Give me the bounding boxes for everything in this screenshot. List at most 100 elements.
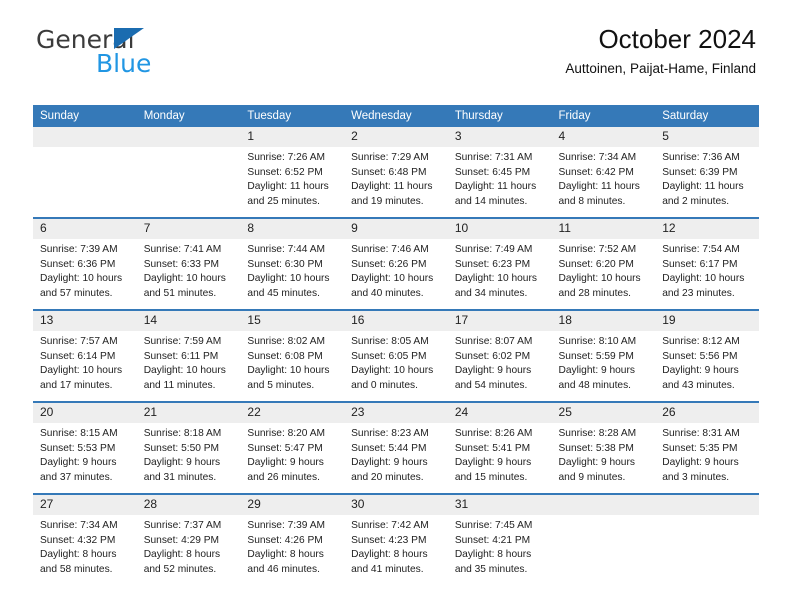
calendar-day-cell[interactable]: 27 Sunrise: 7:34 AM Sunset: 4:32 PM Dayligh…: [33, 493, 137, 585]
day-sun-info: Sunrise: 7:45 AM Sunset: 4:21 PM Daylight:…: [448, 515, 552, 577]
day-sun-info: Sunrise: 8:23 AM Sunset: 5:44 PM Daylight:…: [344, 423, 448, 485]
calendar-day-cell[interactable]: 17 Sunrise: 8:07 AM Sunset: 6:02 PM Dayligh…: [447, 309, 552, 402]
day-sun-info: Sunrise: 7:57 AM Sunset: 6:14 PM Daylight:…: [33, 331, 137, 393]
day-daylight2-text: and 23 minutes.: [662, 287, 735, 299]
day-number: 1: [240, 127, 345, 147]
day-sun-info: Sunrise: 8:05 AM Sunset: 6:05 PM Daylight:…: [344, 331, 448, 393]
calendar-day-cell[interactable]: 18 Sunrise: 8:10 AM Sunset: 5:59 PM Dayligh…: [551, 309, 656, 402]
brand-name-blue: Blue: [96, 49, 152, 78]
weekday-header-row: Sunday Monday Tuesday Wednesday Thursday…: [33, 105, 759, 127]
day-sunset-text: Sunset: 6:52 PM: [247, 166, 323, 178]
calendar-page: General Blue October 2024 Auttoinen, Pai…: [0, 0, 792, 612]
weekday-header-sunday: Sunday: [33, 105, 137, 127]
day-daylight2-text: and 45 minutes.: [247, 287, 320, 299]
brand-logo[interactable]: General Blue: [36, 25, 216, 78]
day-sun-info: Sunrise: 8:15 AM Sunset: 5:53 PM Daylight:…: [33, 423, 137, 485]
day-sunrise-text: Sunrise: 8:28 AM: [558, 428, 637, 439]
day-daylight1-text: Daylight: 10 hours: [40, 365, 123, 377]
day-number: 9: [344, 219, 448, 239]
calendar-day-cell[interactable]: 3 Sunrise: 7:31 AM Sunset: 6:45 PM Daylight…: [447, 127, 552, 218]
day-sunset-text: Sunset: 4:21 PM: [454, 534, 531, 546]
day-sun-info: Sunrise: 8:20 AM Sunset: 5:47 PM Daylight:…: [240, 423, 344, 485]
calendar-day-cell[interactable]: 6 Sunrise: 7:39 AM Sunset: 6:36 PM Daylight…: [33, 217, 137, 310]
day-sunrise-text: Sunrise: 7:39 AM: [40, 244, 118, 255]
day-daylight2-text: and 34 minutes.: [454, 287, 528, 299]
day-number: [33, 127, 137, 147]
day-daylight1-text: Daylight: 9 hours: [247, 457, 324, 469]
calendar-day-cell[interactable]: 9 Sunrise: 7:46 AM Sunset: 6:26 PM Daylight…: [344, 217, 448, 310]
calendar-day-cell[interactable]: 10 Sunrise: 7:49 AM Sunset: 6:23 PM Dayligh…: [447, 217, 552, 310]
calendar-day-cell[interactable]: 12 Sunrise: 7:54 AM Sunset: 6:17 PM Dayligh…: [655, 217, 759, 310]
day-sunrise-text: Sunrise: 7:42 AM: [351, 520, 429, 531]
day-sun-info: Sunrise: 7:26 AM Sunset: 6:52 PM Daylight:…: [240, 147, 344, 209]
calendar-day-cell[interactable]: 1 Sunrise: 7:26 AM Sunset: 6:52 PM Daylight…: [240, 127, 345, 218]
day-daylight1-text: Daylight: 10 hours: [351, 365, 434, 377]
weekday-header-friday: Friday: [551, 105, 656, 127]
day-sunset-text: Sunset: 5:56 PM: [662, 350, 738, 362]
calendar-day-cell[interactable]: 31 Sunrise: 7:45 AM Sunset: 4:21 PM Dayligh…: [447, 493, 552, 585]
day-daylight1-text: Daylight: 9 hours: [40, 457, 117, 469]
day-sunset-text: Sunset: 6:36 PM: [40, 258, 116, 270]
day-daylight1-text: Daylight: 8 hours: [40, 549, 117, 561]
day-sun-info: Sunrise: 7:39 AM Sunset: 4:26 PM Daylight:…: [240, 515, 344, 577]
calendar-day-cell[interactable]: 26 Sunrise: 8:31 AM Sunset: 5:35 PM Dayligh…: [655, 401, 759, 494]
day-sunset-text: Sunset: 6:17 PM: [662, 258, 738, 270]
day-number: 16: [344, 311, 448, 331]
calendar-day-cell[interactable]: 24 Sunrise: 8:26 AM Sunset: 5:41 PM Dayligh…: [447, 401, 552, 494]
day-daylight1-text: Daylight: 10 hours: [558, 273, 641, 285]
calendar-day-cell[interactable]: 23 Sunrise: 8:23 AM Sunset: 5:44 PM Dayligh…: [344, 401, 448, 494]
day-sunset-text: Sunset: 6:42 PM: [558, 166, 634, 178]
calendar-day-cell[interactable]: 14 Sunrise: 7:59 AM Sunset: 6:11 PM Dayligh…: [136, 309, 241, 402]
day-sunset-text: Sunset: 6:39 PM: [662, 166, 738, 178]
calendar-day-cell[interactable]: 11 Sunrise: 7:52 AM Sunset: 6:20 PM Dayligh…: [551, 217, 656, 310]
day-daylight1-text: Daylight: 8 hours: [247, 549, 324, 561]
day-daylight1-text: Daylight: 8 hours: [143, 549, 221, 561]
calendar-day-cell[interactable]: 20 Sunrise: 8:15 AM Sunset: 5:53 PM Dayligh…: [33, 401, 137, 494]
day-sunrise-text: Sunrise: 7:41 AM: [143, 244, 222, 255]
day-sunset-text: Sunset: 6:26 PM: [351, 258, 427, 270]
calendar-day-cell[interactable]: 25 Sunrise: 8:28 AM Sunset: 5:38 PM Dayligh…: [551, 401, 656, 494]
day-number: 21: [136, 403, 241, 423]
day-daylight2-text: and 11 minutes.: [143, 379, 216, 391]
day-sun-info: Sunrise: 7:54 AM Sunset: 6:17 PM Daylight:…: [655, 239, 759, 301]
calendar-day-cell[interactable]: 29 Sunrise: 7:39 AM Sunset: 4:26 PM Dayligh…: [240, 493, 345, 585]
day-sunset-text: Sunset: 4:29 PM: [143, 534, 220, 546]
day-sunrise-text: Sunrise: 8:12 AM: [662, 336, 740, 347]
calendar-week-row: 6 Sunrise: 7:39 AM Sunset: 6:36 PM Daylight…: [33, 217, 759, 310]
page-subtitle: Auttoinen, Paijat-Hame, Finland: [565, 61, 756, 76]
page-title: October 2024: [598, 24, 756, 54]
calendar-day-cell[interactable]: 22 Sunrise: 8:20 AM Sunset: 5:47 PM Dayligh…: [240, 401, 345, 494]
calendar-day-cell[interactable]: 4 Sunrise: 7:34 AM Sunset: 6:42 PM Daylight…: [551, 127, 656, 218]
day-daylight2-text: and 40 minutes.: [351, 287, 424, 299]
calendar-day-cell[interactable]: 8 Sunrise: 7:44 AM Sunset: 6:30 PM Daylight…: [240, 217, 345, 310]
day-sunset-text: Sunset: 5:59 PM: [558, 350, 634, 362]
day-daylight2-text: and 54 minutes.: [454, 379, 528, 391]
day-daylight2-text: and 26 minutes.: [247, 471, 320, 483]
day-daylight2-text: and 20 minutes.: [351, 471, 424, 483]
calendar-day-cell[interactable]: 15 Sunrise: 8:02 AM Sunset: 6:08 PM Dayligh…: [240, 309, 345, 402]
calendar-day-cell[interactable]: 5 Sunrise: 7:36 AM Sunset: 6:39 PM Daylight…: [655, 127, 759, 218]
day-number: [136, 127, 241, 147]
calendar-day-cell[interactable]: 2 Sunrise: 7:29 AM Sunset: 6:48 PM Daylight…: [344, 127, 448, 218]
day-sun-info: Sunrise: 7:42 AM Sunset: 4:23 PM Daylight:…: [344, 515, 448, 577]
calendar-day-cell[interactable]: 21 Sunrise: 8:18 AM Sunset: 5:50 PM Dayligh…: [136, 401, 241, 494]
day-number: 19: [655, 311, 759, 331]
calendar-day-cell[interactable]: 19 Sunrise: 8:12 AM Sunset: 5:56 PM Dayligh…: [655, 309, 759, 402]
day-number: [655, 495, 759, 515]
day-sunset-text: Sunset: 6:23 PM: [454, 258, 531, 270]
day-sun-info: Sunrise: 8:02 AM Sunset: 6:08 PM Daylight:…: [240, 331, 344, 393]
calendar-day-cell[interactable]: 28 Sunrise: 7:37 AM Sunset: 4:29 PM Dayligh…: [136, 493, 241, 585]
day-sunset-text: Sunset: 5:47 PM: [247, 442, 323, 454]
calendar-day-cell[interactable]: 30 Sunrise: 7:42 AM Sunset: 4:23 PM Dayligh…: [344, 493, 448, 585]
day-sunrise-text: Sunrise: 7:45 AM: [454, 520, 533, 531]
calendar-day-cell[interactable]: 13 Sunrise: 7:57 AM Sunset: 6:14 PM Dayligh…: [33, 309, 137, 402]
day-sunset-text: Sunset: 5:53 PM: [40, 442, 116, 454]
day-sunrise-text: Sunrise: 7:52 AM: [558, 244, 637, 255]
day-sun-info: Sunrise: 7:46 AM Sunset: 6:26 PM Daylight:…: [344, 239, 448, 301]
calendar-day-cell[interactable]: 16 Sunrise: 8:05 AM Sunset: 6:05 PM Dayligh…: [344, 309, 448, 402]
calendar-day-cell[interactable]: 7 Sunrise: 7:41 AM Sunset: 6:33 PM Daylight…: [136, 217, 241, 310]
weekday-header-tuesday: Tuesday: [240, 105, 345, 127]
day-sunset-text: Sunset: 5:35 PM: [662, 442, 738, 454]
day-sun-info: Sunrise: 8:10 AM Sunset: 5:59 PM Daylight:…: [552, 331, 656, 393]
day-sunrise-text: Sunrise: 8:23 AM: [351, 428, 429, 439]
